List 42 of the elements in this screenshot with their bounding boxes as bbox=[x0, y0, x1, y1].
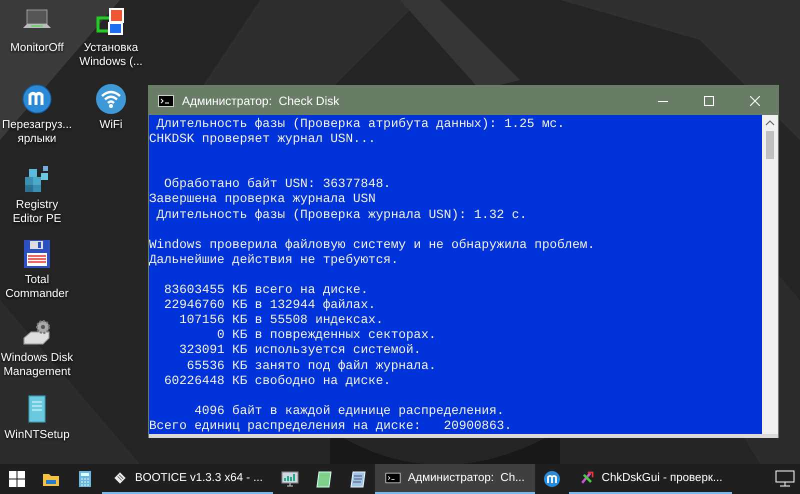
console-line: Обработано байт USN: 36377848. bbox=[163, 177, 391, 192]
console-line: Завершена проверка журнала USN bbox=[149, 192, 376, 208]
desktop-shortcut[interactable]: WinNTSetup bbox=[0, 393, 74, 442]
desktop-shortcut[interactable]: WiFi bbox=[74, 83, 148, 132]
terminal-icon bbox=[384, 470, 401, 486]
console-line: 323091 КБ используется системой. bbox=[178, 343, 422, 358]
console-line: 4096 байт в каждой единице распределения. bbox=[193, 404, 504, 419]
close-icon bbox=[750, 96, 760, 106]
desktop-shortcut[interactable]: Registry Editor PE bbox=[0, 163, 74, 226]
notebook-icon bbox=[314, 469, 334, 489]
desktop-shortcut[interactable]: Windows Disk Management bbox=[0, 316, 74, 379]
console-line: 107156 КБ в 55508 индексах. bbox=[178, 313, 384, 328]
desktop-shortcut[interactable]: MonitorOff bbox=[0, 6, 74, 55]
windows-logo-icon bbox=[9, 471, 25, 487]
circle-logo-icon bbox=[542, 469, 562, 489]
console-line: 83603455 КБ всего на диске. bbox=[163, 283, 368, 298]
console-line: Дальнейшие действия не требуются. bbox=[149, 252, 398, 268]
squares-icon bbox=[95, 6, 127, 38]
console-line: Всего единиц распределения на диске: 20900863. bbox=[149, 418, 512, 434]
notepad-icon bbox=[348, 469, 368, 489]
maximize-icon bbox=[704, 96, 714, 106]
monitor-icon bbox=[280, 469, 300, 489]
taskbar-button[interactable]: BOOTICE v1.3.3 x64 - ... bbox=[102, 464, 273, 494]
console-line: 22946760 КБ в 132944 файлах. bbox=[163, 298, 376, 314]
console-line: 65536 КБ занято под файл журнала. bbox=[186, 358, 436, 374]
console-line: 60226448 КБ свободно на диске. bbox=[163, 374, 391, 389]
window-title: Администратор: Check Disk bbox=[182, 94, 340, 108]
console-line: Windows проверила файловую систему и не обнаружила проблем. bbox=[149, 238, 595, 253]
taskbar-button[interactable]: ChkDskGui - проверк... bbox=[568, 464, 732, 494]
console-line: 0 КБ в поврежденных секторах. bbox=[216, 328, 436, 344]
terminal-icon bbox=[158, 94, 174, 106]
circle-logo-icon bbox=[21, 83, 53, 115]
desktop-shortcut[interactable]: Установка Windows (... bbox=[74, 6, 148, 69]
console-line: Длительность фазы (Проверка журнала USN): 1.32 с. bbox=[156, 208, 527, 223]
console-line: CHKDSK проверяет журнал USN... bbox=[149, 132, 376, 148]
network-icon[interactable] bbox=[775, 470, 795, 488]
wifi-icon bbox=[95, 83, 127, 115]
arrows-icon bbox=[578, 470, 595, 486]
taskbar-button[interactable]: Администратор: Ch... bbox=[374, 464, 535, 494]
console-line: Длительность фазы (Проверка атрибута данных): 1.25 мс. bbox=[156, 117, 565, 132]
desktop-shortcut[interactable]: Total Commander bbox=[0, 238, 74, 301]
desktop-shortcut[interactable]: Перезагруз... ярлыки bbox=[0, 83, 74, 146]
